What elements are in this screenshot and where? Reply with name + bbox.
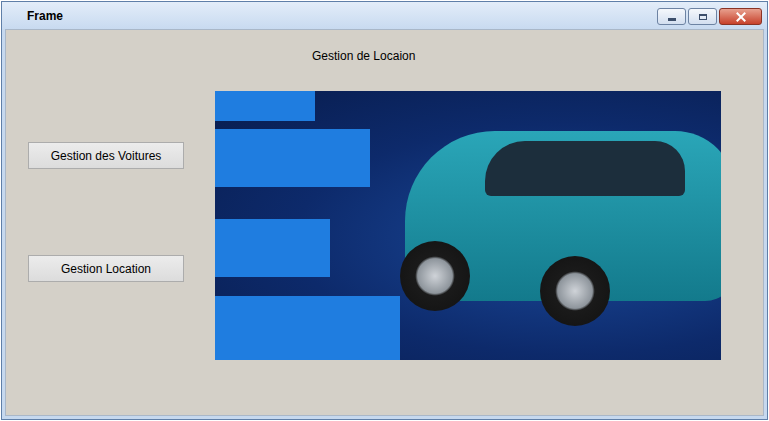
main-row: Gestion des Voitures Gestion Location [6,91,763,360]
banner-stripe [215,219,330,277]
close-icon [735,11,747,23]
app-window: Frame Gestion de Locaion Gestion des Voitu… [1,1,768,420]
title-bar: Frame [2,2,767,29]
car-wheel [400,241,470,311]
banner-stripe [215,129,370,187]
maximize-button[interactable] [688,8,717,25]
banner-stripe [215,296,400,360]
banner-image [215,91,721,360]
content-panel: Gestion de LocaionGestion des VoituresGe… [5,29,764,416]
button-column: Gestion des Voitures Gestion Location [28,91,184,360]
window-controls [657,8,762,25]
banner-stripe [215,91,315,121]
close-button[interactable] [719,8,762,25]
heading-row: Gestion de Locaion [6,46,763,64]
car-window [485,141,685,196]
menu-button[interactable]: Gestion Location [28,255,184,282]
minimize-button[interactable] [657,8,686,25]
maximize-icon [699,14,707,20]
menu-button[interactable]: Gestion des Voitures [28,142,184,169]
car-wheel [540,256,610,326]
minimize-icon [668,18,676,21]
heading-label: Gestion de Locaion [312,49,415,63]
window-title: Frame [27,9,63,23]
